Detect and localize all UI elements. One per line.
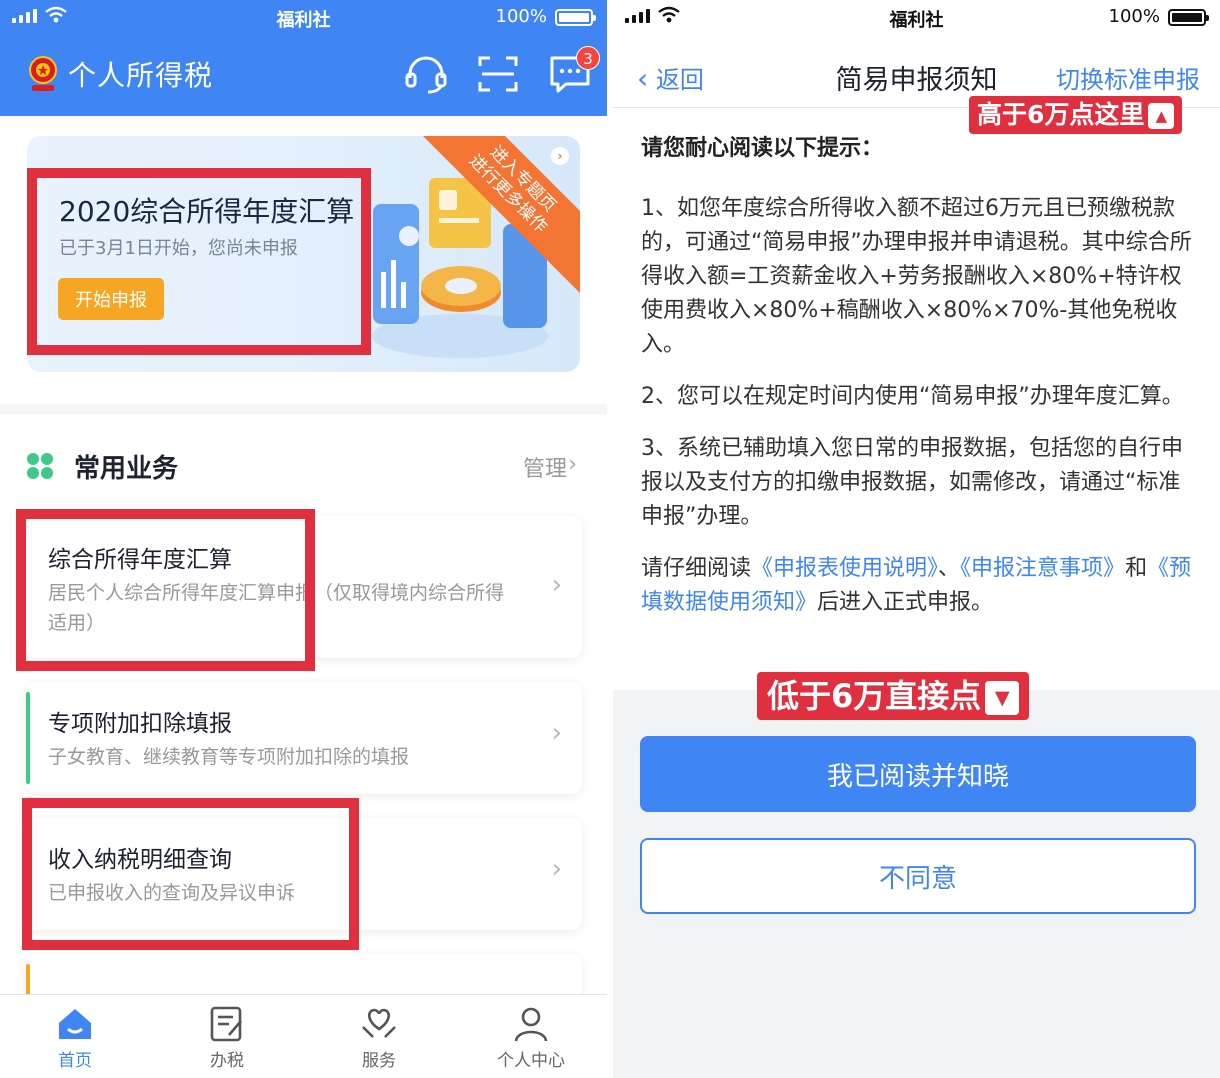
separator: 和	[1125, 556, 1148, 581]
battery-percent: 100%	[495, 6, 547, 27]
ribbon-arrow-icon: ›	[551, 147, 569, 165]
separator: 、	[938, 556, 961, 581]
home-icon	[59, 1009, 91, 1039]
service-desc: 子女教育、继续教育等专项附加扣除的填报	[48, 746, 410, 768]
battery-percent: 100%	[1108, 6, 1160, 27]
status-bar: 福利社 100%	[613, 0, 1220, 34]
notice-content: 请您耐心阅读以下提示： 1、如您年度综合所得收入额不超过6万元且已预缴税款的，可…	[641, 132, 1201, 638]
tab-tax[interactable]: 办税	[172, 1005, 282, 1071]
tab-service[interactable]: 服务	[324, 1005, 434, 1071]
customer-service-icon[interactable]	[404, 54, 448, 94]
tab-label: 个人中心	[497, 1051, 565, 1071]
heart-hands-icon	[362, 1008, 396, 1038]
notice-read-links: 请仔细阅读《申报表使用说明》、《申报注意事项》和《预填数据使用须知》后进入正式申…	[641, 552, 1201, 620]
chevron-right-icon: ›	[568, 452, 577, 477]
section-title: 常用业务	[74, 454, 179, 484]
message-count-badge: 3	[576, 46, 600, 70]
disagree-button[interactable]: 不同意	[640, 838, 1196, 914]
annotation-text: 高于6万点这里	[977, 100, 1145, 129]
notice-paragraph-1: 1、如您年度综合所得收入额不超过6万元且已预缴税款的，可通过“简易申报”办理申报…	[641, 196, 1192, 357]
person-icon	[514, 1007, 548, 1042]
notice-paragraph-2: 2、您可以在规定时间内使用“简易申报”办理年度汇算。	[641, 384, 1184, 409]
scan-icon[interactable]	[476, 54, 520, 94]
read-prefix: 请仔细阅读	[641, 556, 752, 581]
action-area: 我已阅读并知晓 不同意	[613, 690, 1220, 1078]
message-button[interactable]: 3	[548, 46, 600, 94]
right-screen: 福利社 100% ‹ 返回 简易申报须知 切换标准申报 高于6万点这里 ▲ 请您耐…	[613, 0, 1220, 1078]
edit-document-icon	[210, 1006, 242, 1042]
notice-intro: 请您耐心阅读以下提示：	[641, 136, 884, 161]
tab-home[interactable]: 首页	[20, 1005, 130, 1071]
accent-bar	[26, 692, 30, 784]
tab-label: 首页	[58, 1051, 92, 1071]
manage-link[interactable]: 管理	[523, 451, 567, 483]
highlight-box-annual	[16, 509, 315, 671]
tax-emblem-icon	[29, 56, 57, 91]
read-suffix: 后进入正式申报。	[817, 590, 994, 615]
left-screen: 福利社 100% 个人所得税 3 2020综合所得年度汇算 已于3月1日开始，您…	[0, 0, 607, 1078]
status-bar: 福利社 100%	[0, 0, 607, 34]
arrow-down-icon: ▼	[985, 681, 1020, 715]
chevron-right-icon: ›	[551, 718, 562, 748]
tab-label: 办税	[210, 1051, 244, 1071]
annotation-text: 低于6万直接点	[767, 677, 982, 715]
app-title: 个人所得税	[68, 59, 214, 92]
tab-profile[interactable]: 个人中心	[476, 1005, 586, 1071]
annotation-below-60k: 低于6万直接点 ▼	[757, 672, 1030, 720]
tab-label: 服务	[362, 1051, 396, 1071]
battery-icon	[555, 9, 596, 26]
service-item-special-deduction[interactable]: 专项附加扣除填报 子女教育、继续教育等专项附加扣除的填报 ›	[26, 682, 582, 794]
annotation-above-60k: 高于6万点这里 ▲	[969, 96, 1183, 134]
form-instructions-link[interactable]: 《申报表使用说明》	[751, 556, 938, 581]
notice-paragraph-3: 3、系统已辅助填入您日常的申报数据，包括您的自行申报以及支付方的扣缴申报数据，如…	[641, 436, 1183, 529]
highlight-box-banner	[27, 168, 371, 355]
agree-button[interactable]: 我已阅读并知晓	[640, 736, 1196, 812]
chevron-right-icon: ›	[551, 854, 562, 884]
arrow-up-icon: ▲	[1148, 103, 1175, 129]
filing-notes-link[interactable]: 《申报注意事项》	[960, 556, 1125, 581]
switch-standard-filing-button[interactable]: 切换标准申报	[1056, 60, 1200, 95]
bottom-tab-bar: 首页 办税 服务 个人中心	[0, 994, 607, 1078]
app-header: 福利社 100% 个人所得税 3	[0, 0, 607, 116]
service-title: 专项附加扣除填报	[48, 711, 232, 737]
battery-icon	[1168, 9, 1209, 26]
grid-apps-icon	[27, 453, 53, 479]
chevron-right-icon: ›	[551, 570, 562, 600]
highlight-box-query	[22, 798, 359, 950]
